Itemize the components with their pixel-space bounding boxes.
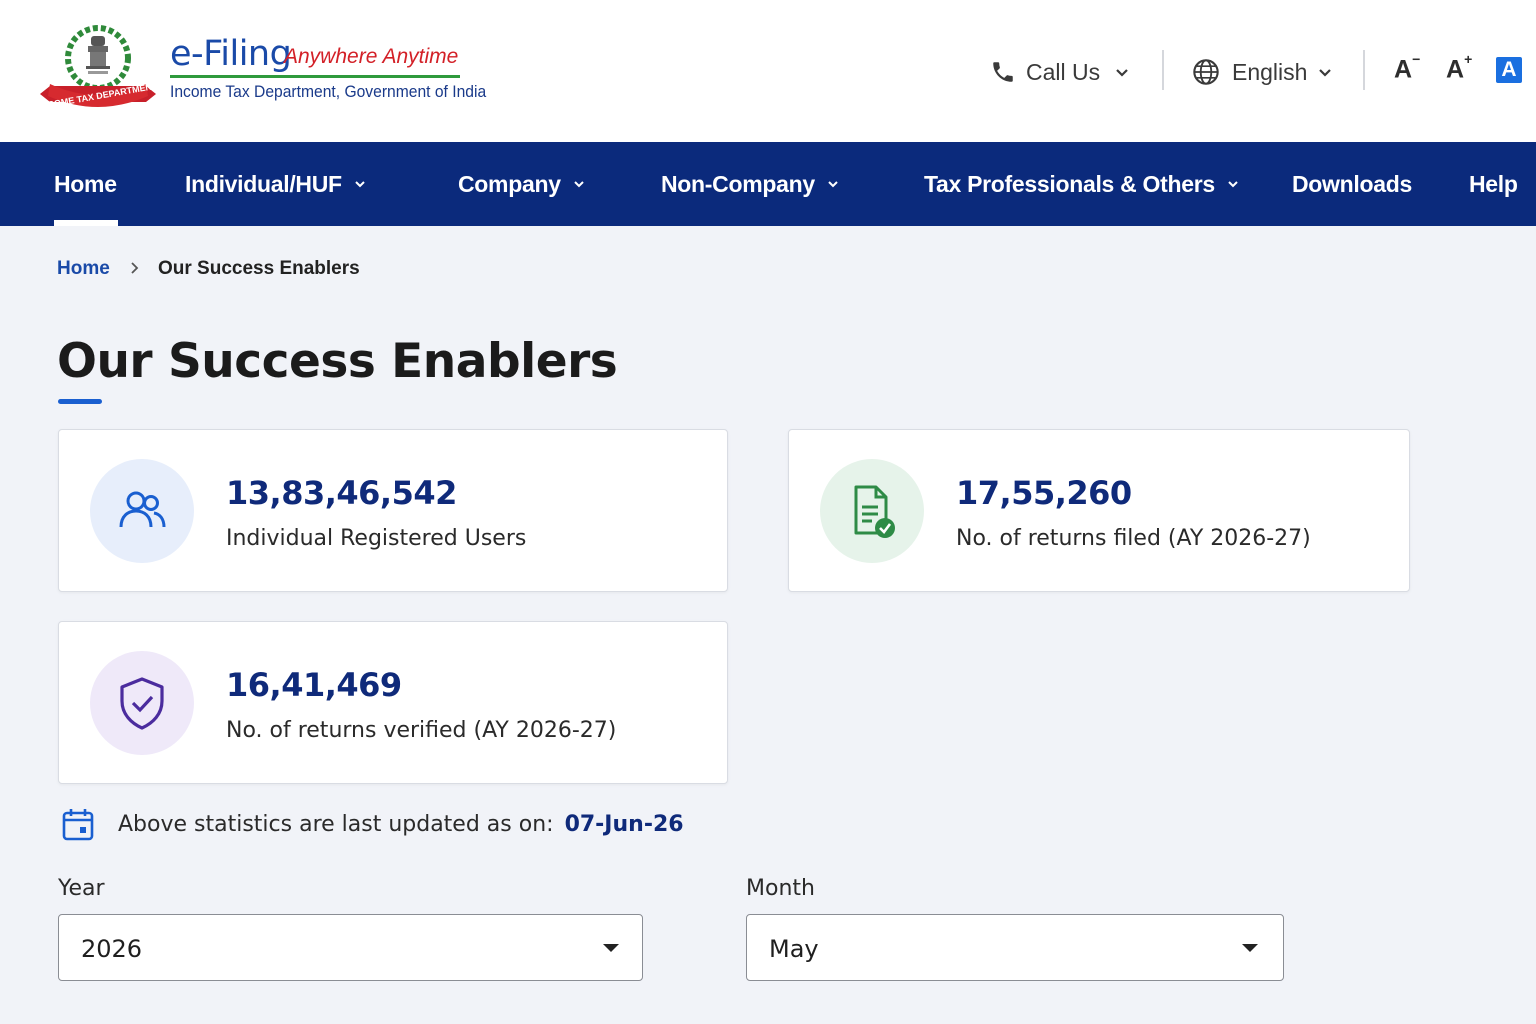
year-label: Year [58, 876, 105, 901]
nav-item-company[interactable]: Company [458, 142, 587, 226]
stat-icon-badge [90, 651, 194, 755]
chevron-down-icon [828, 181, 838, 188]
last-updated-note: Above statistics are last updated as on:… [118, 812, 684, 837]
stat-card-returns-filed: 17,55,260 No. of returns filed (AY 2026-… [788, 429, 1410, 592]
stat-value: 17,55,260 [956, 474, 1132, 512]
call-us-dropdown[interactable]: Call Us [990, 52, 1132, 92]
font-increase-button[interactable]: A+ [1446, 51, 1472, 87]
brand-title: e-Filing [170, 34, 292, 74]
language-label: English [1232, 58, 1308, 85]
stat-label: Individual Registered Users [226, 526, 527, 551]
month-select[interactable]: May [746, 914, 1284, 981]
chevron-down-icon [1228, 181, 1238, 188]
stat-icon-badge [90, 459, 194, 563]
stat-label: No. of returns filed (AY 2026-27) [956, 526, 1311, 551]
last-updated-date: 07-Jun-26 [564, 812, 684, 837]
stat-card-registered-users: 13,83,46,542 Individual Registered Users [58, 429, 728, 592]
month-select-value: May [769, 935, 819, 963]
phone-icon [993, 62, 1013, 82]
year-select[interactable]: 2026 [58, 914, 643, 981]
nav-item-help[interactable]: Help [1469, 142, 1518, 226]
stat-value: 16,41,469 [226, 666, 402, 704]
shield-check-icon [120, 677, 164, 730]
call-us-label: Call Us [1026, 58, 1101, 85]
chevron-down-icon [573, 181, 584, 188]
caret-down-icon [603, 944, 619, 952]
stat-icon-badge [820, 459, 924, 563]
nav-item-non-company[interactable]: Non-Company [661, 142, 841, 226]
nav-item-home[interactable]: Home [54, 142, 117, 226]
top-header: INCOME TAX DEPARTMENT e-Filing Anywhere … [0, 0, 1536, 142]
brand-subtitle: Income Tax Department, Government of Ind… [170, 82, 487, 101]
brand-divider [170, 75, 460, 78]
chevron-right-icon [131, 262, 139, 274]
breadcrumb-current: Our Success Enablers [158, 258, 360, 279]
month-label: Month [746, 876, 815, 901]
stat-value: 13,83,46,542 [226, 474, 457, 512]
font-default-button[interactable]: A [1496, 57, 1522, 83]
document-check-icon [854, 485, 895, 538]
globe-icon [1193, 59, 1219, 85]
chevron-down-icon [355, 181, 365, 188]
main-navigation: Home Individual/HUF Company Non-Company … [0, 142, 1536, 226]
chevron-down-icon [1319, 69, 1332, 77]
nav-item-tax-professionals[interactable]: Tax Professionals & Others [924, 142, 1241, 226]
font-decrease-button[interactable]: A− [1394, 51, 1420, 87]
income-tax-emblem-logo[interactable]: INCOME TAX DEPARTMENT [36, 22, 160, 114]
header-divider [1363, 50, 1365, 90]
header-divider [1162, 50, 1164, 90]
brand-tagline: Anywhere Anytime [284, 45, 459, 68]
stat-card-returns-verified: 16,41,469 No. of returns verified (AY 20… [58, 621, 728, 784]
users-icon [119, 491, 166, 528]
breadcrumb-home-link[interactable]: Home [57, 258, 110, 280]
nav-item-downloads[interactable]: Downloads [1292, 142, 1412, 226]
last-updated-text: Above statistics are last updated as on: [118, 812, 554, 837]
language-dropdown[interactable]: English [1192, 52, 1335, 92]
calendar-icon [62, 809, 94, 841]
title-underline [58, 399, 102, 404]
nav-item-individual-huf[interactable]: Individual/HUF [185, 142, 368, 226]
page-title: Our Success Enablers [57, 334, 618, 389]
chevron-down-icon [1116, 69, 1128, 77]
caret-down-icon [1242, 944, 1258, 952]
year-select-value: 2026 [81, 935, 143, 963]
nav-active-indicator [54, 220, 118, 226]
stat-label: No. of returns verified (AY 2026-27) [226, 718, 617, 743]
